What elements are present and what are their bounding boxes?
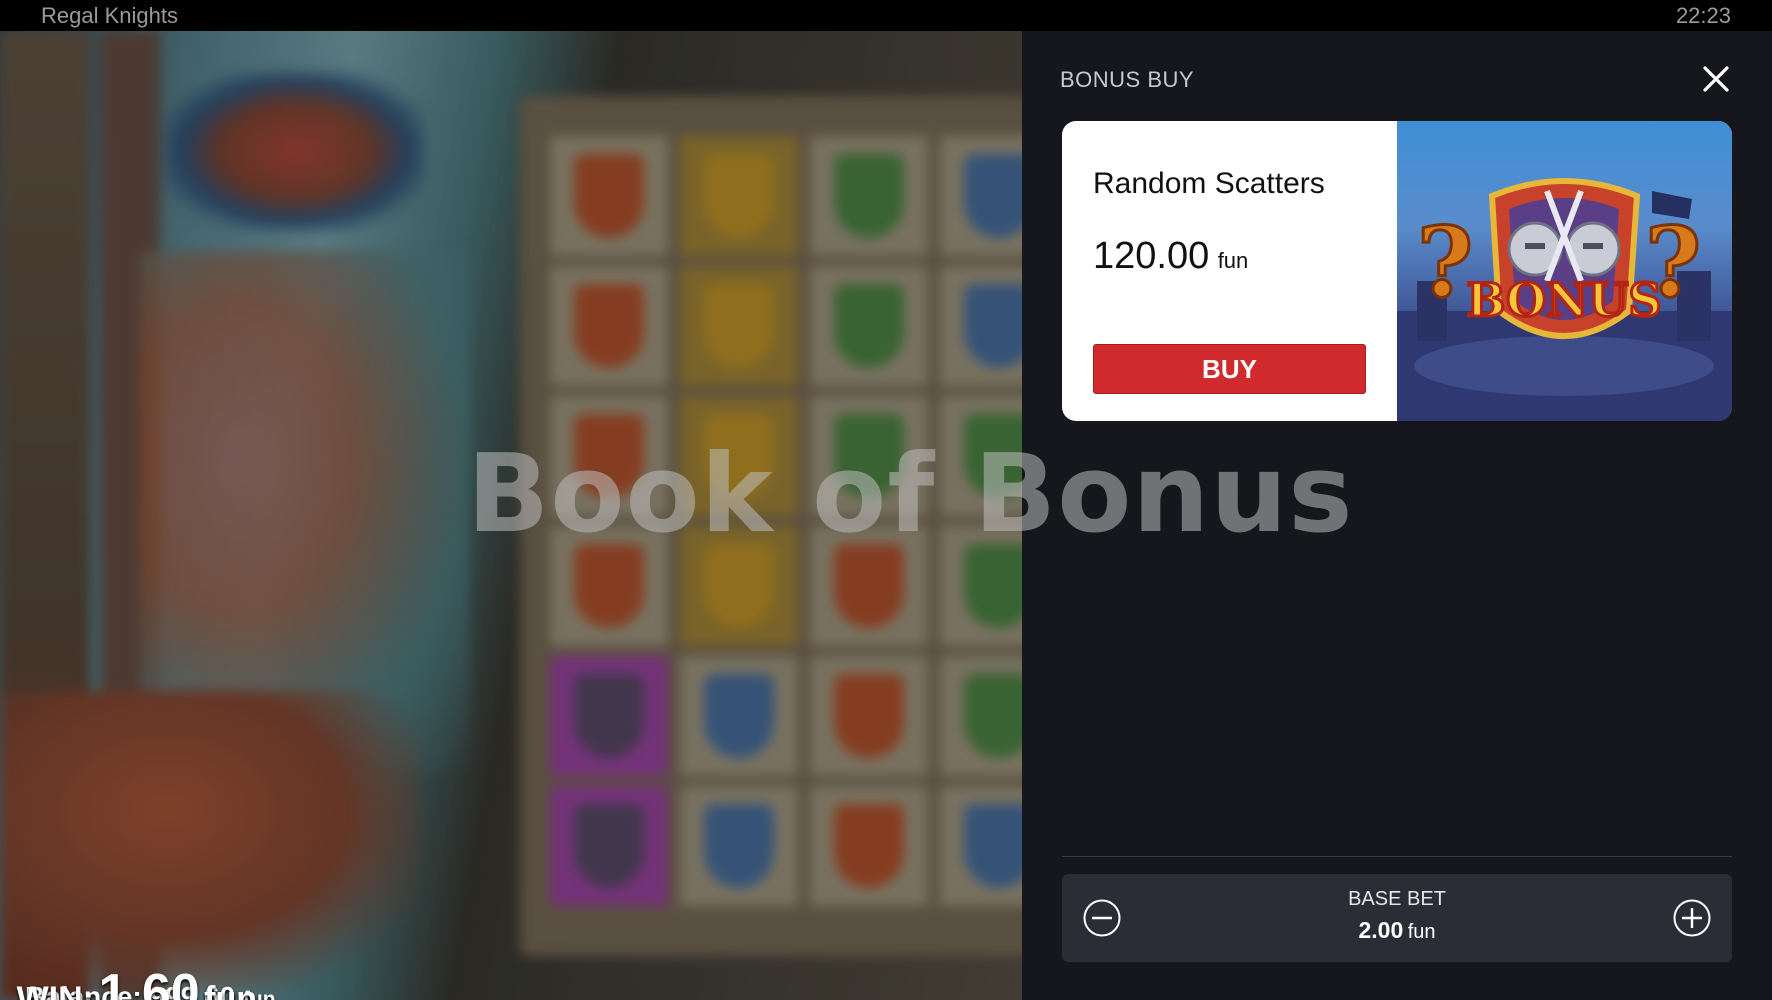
- increase-bet-button[interactable]: [1672, 898, 1712, 938]
- game-title: Regal Knights: [41, 3, 178, 28]
- panel-divider: [1062, 856, 1732, 857]
- win-amount: 1.60: [98, 964, 200, 1000]
- bonus-offer-card: Random Scatters 120.00 fun BUY ? ? BONUS: [1062, 121, 1732, 421]
- close-icon: [1703, 66, 1729, 92]
- bonus-art-illustration: ? ? BONUS: [1397, 178, 1732, 421]
- base-bet-value: 2.00 fun: [1062, 917, 1732, 944]
- offer-price-unit: fun: [1217, 248, 1249, 273]
- offer-name: Random Scatters: [1093, 167, 1325, 200]
- bonus-art-text: BONUS: [1466, 273, 1661, 327]
- base-bet-unit: fun: [1407, 921, 1436, 943]
- win-unit: fun: [204, 980, 257, 1000]
- close-button[interactable]: [1698, 61, 1734, 97]
- base-bet-label: BASE BET: [1348, 888, 1446, 910]
- game-area: Balance: 999.60 fun WIN: 1.60 fun: [0, 31, 1022, 1000]
- win-label: WIN:: [16, 980, 95, 1000]
- bonus-artwork: ? ? BONUS: [1397, 121, 1732, 421]
- base-bet-amount: 2.00: [1358, 917, 1404, 943]
- modal-dim-overlay: [0, 31, 1022, 1000]
- offer-price-value: 120.00: [1093, 235, 1210, 277]
- win-display: WIN: 1.60 fun: [17, 963, 257, 1000]
- buy-button[interactable]: BUY: [1093, 344, 1366, 394]
- bonus-buy-panel: BONUS BUY Random Scatters 120.00 fun BUY…: [1022, 31, 1772, 1000]
- plus-circle-icon: [1673, 899, 1711, 937]
- panel-title: BONUS BUY: [1060, 67, 1195, 92]
- base-bet-control: BASE BET 2.00 fun: [1062, 874, 1732, 962]
- clock: 22:23: [1675, 3, 1731, 28]
- top-bar: Regal Knights 22:23: [0, 0, 1772, 31]
- offer-price: 120.00 fun: [1093, 235, 1248, 278]
- svg-text:?: ?: [1417, 206, 1473, 319]
